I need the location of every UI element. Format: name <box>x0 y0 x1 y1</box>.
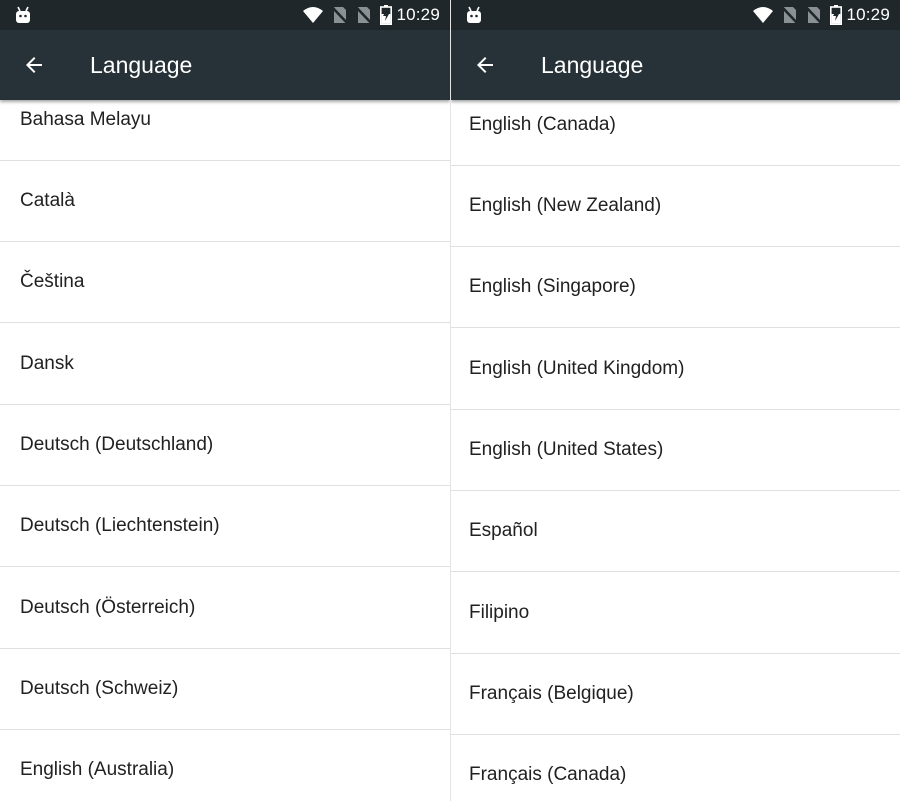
language-label: Dansk <box>20 353 74 374</box>
language-label: Català <box>20 190 75 211</box>
language-item-catala[interactable]: Català <box>0 161 450 242</box>
arrow-back-icon[interactable] <box>22 53 46 77</box>
language-label: Deutsch (Österreich) <box>20 597 196 618</box>
language-item-deutsch-deutschland[interactable]: Deutsch (Deutschland) <box>0 405 450 486</box>
language-label: Français (Belgique) <box>469 683 634 704</box>
language-item-espanol[interactable]: Español <box>451 491 900 572</box>
language-label: English (United States) <box>469 439 664 460</box>
language-item-francais-belgique[interactable]: Français (Belgique) <box>451 654 900 735</box>
language-item-english-canada[interactable]: English (Canada) <box>451 100 900 166</box>
language-item-deutsch-schweiz[interactable]: Deutsch (Schweiz) <box>0 649 450 730</box>
language-label: Filipino <box>469 602 530 623</box>
language-label: Français (Canada) <box>469 764 627 785</box>
battery-charging-icon <box>830 5 842 25</box>
language-item-english-united-states[interactable]: English (United States) <box>451 410 900 491</box>
app-bar: Language <box>451 30 900 100</box>
language-item-francais-canada[interactable]: Français (Canada) <box>451 735 900 801</box>
language-label: Čeština <box>20 271 85 292</box>
language-label: English (United Kingdom) <box>469 358 685 379</box>
page-title: Language <box>90 52 193 78</box>
language-item-filipino[interactable]: Filipino <box>451 573 900 654</box>
right-screen: 10:29 Language English (Canada) English … <box>451 0 900 801</box>
left-screen: 10:29 Language Bahasa Melayu Català Češt… <box>0 0 450 801</box>
no-sim-icon <box>332 6 348 24</box>
language-label: Deutsch (Schweiz) <box>20 678 179 699</box>
language-item-bahasa-melayu[interactable]: Bahasa Melayu <box>0 100 450 161</box>
clock-text: 10:29 <box>846 5 890 24</box>
wifi-icon <box>753 7 773 23</box>
language-label: Español <box>469 520 538 541</box>
page-title: Language <box>541 52 644 78</box>
language-item-english-new-zealand[interactable]: English (New Zealand) <box>451 166 900 247</box>
language-label: English (Singapore) <box>469 276 636 297</box>
language-item-dansk[interactable]: Dansk <box>0 324 450 405</box>
language-label: English (Australia) <box>20 759 175 780</box>
language-list[interactable]: Bahasa Melayu Català Čeština Dansk Deuts… <box>0 100 450 801</box>
language-label: English (Canada) <box>469 114 616 135</box>
clock-text: 10:29 <box>396 5 440 24</box>
language-item-cestina[interactable]: Čeština <box>0 242 450 323</box>
language-label: Deutsch (Liechtenstein) <box>20 515 220 536</box>
no-sim-icon <box>806 6 822 24</box>
language-list[interactable]: English (Canada) English (New Zealand) E… <box>451 100 900 801</box>
android-bot-icon <box>467 6 481 23</box>
language-item-english-australia[interactable]: English (Australia) <box>0 730 450 801</box>
android-bot-icon <box>16 6 30 23</box>
language-item-english-singapore[interactable]: English (Singapore) <box>451 247 900 328</box>
language-item-deutsch-liechtenstein[interactable]: Deutsch (Liechtenstein) <box>0 486 450 567</box>
wifi-icon <box>303 7 323 23</box>
language-label: English (New Zealand) <box>469 195 662 216</box>
no-sim-icon <box>356 6 372 24</box>
status-bar: 10:29 <box>451 0 900 30</box>
battery-charging-icon <box>380 5 392 25</box>
no-sim-icon <box>782 6 798 24</box>
language-item-deutsch-osterreich[interactable]: Deutsch (Österreich) <box>0 568 450 649</box>
language-item-english-united-kingdom[interactable]: English (United Kingdom) <box>451 329 900 410</box>
language-label: Bahasa Melayu <box>20 109 151 130</box>
language-label: Deutsch (Deutschland) <box>20 434 214 455</box>
app-bar: Language <box>0 30 450 100</box>
arrow-back-icon[interactable] <box>473 53 497 77</box>
status-bar: 10:29 <box>0 0 450 30</box>
